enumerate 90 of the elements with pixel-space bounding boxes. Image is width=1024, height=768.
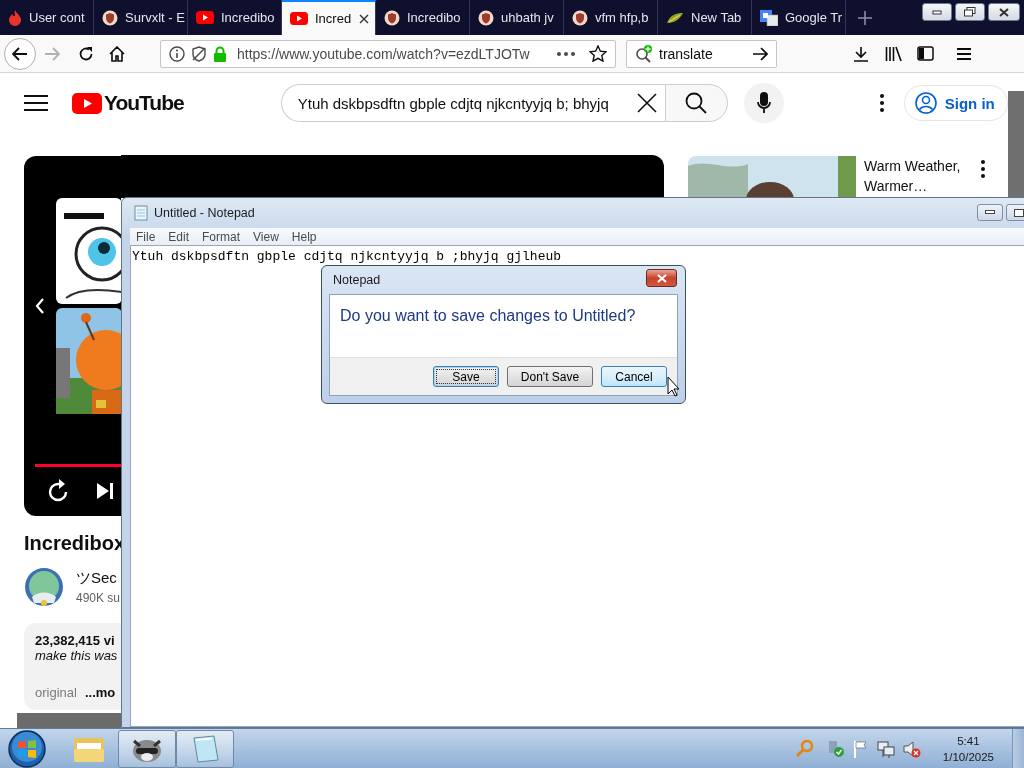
description-text: make this was [35, 648, 119, 663]
lock-icon [213, 45, 227, 62]
notepad-icon [134, 205, 148, 221]
address-bar[interactable]: https://www.youtube.com/watch?v=ezdLTJOTw [160, 39, 616, 68]
menu-item[interactable]: Help [291, 229, 317, 244]
leaf-icon [666, 10, 684, 25]
user-icon [914, 92, 937, 114]
library-icon[interactable] [885, 45, 902, 62]
close-button[interactable] [646, 269, 677, 287]
muted-speaker-icon[interactable] [902, 739, 921, 758]
play-icon [72, 92, 102, 114]
home-icon[interactable] [109, 45, 125, 62]
close-button[interactable] [988, 3, 1020, 21]
close-icon[interactable] [636, 93, 657, 113]
reload-icon[interactable] [78, 45, 94, 62]
dialog-button[interactable]: Save [433, 366, 499, 387]
menu-item[interactable]: Edit [168, 229, 190, 244]
view-count: 23,382,415 vi [35, 633, 116, 648]
channel-name[interactable]: ツSec [76, 569, 121, 588]
dialog-button[interactable]: Don't Save [507, 366, 593, 387]
clock-time[interactable]: 5:41 [957, 732, 980, 749]
back-button[interactable] [4, 37, 36, 70]
kebab-icon[interactable] [879, 94, 884, 112]
kebab-icon[interactable] [981, 160, 985, 178]
notepad-icon [190, 733, 220, 764]
description-box[interactable]: 23,382,415 vi make this was original ...mo [24, 623, 121, 710]
video-title: Incredibox [24, 532, 121, 555]
dialog-button[interactable]: Cancel [601, 366, 667, 387]
star-icon[interactable] [589, 45, 607, 62]
channel-avatar[interactable] [24, 567, 64, 607]
scrollbar[interactable] [17, 713, 121, 728]
close-icon [999, 7, 1009, 17]
minimize-icon [985, 210, 995, 215]
minimize-icon [932, 9, 942, 15]
shield-icon [572, 9, 588, 26]
tag-text: original [35, 685, 77, 700]
play-icon [290, 12, 308, 25]
restore-button[interactable] [955, 3, 985, 21]
menu-item[interactable]: Format [202, 229, 241, 244]
translate-icon [760, 9, 778, 26]
menu-icon[interactable] [24, 94, 48, 112]
window-title: Untitled - Notepad [154, 206, 255, 220]
flame-icon [8, 9, 22, 26]
menu-item[interactable]: File [136, 229, 156, 244]
security-icon[interactable] [826, 739, 845, 758]
search-field[interactable]: translate [626, 39, 777, 68]
menu-icon[interactable] [956, 46, 972, 61]
cursor-icon [667, 376, 680, 397]
browser-tab[interactable]: Incred [282, 0, 376, 35]
shield-icon [102, 9, 118, 26]
search-icon [635, 44, 653, 63]
more-icon[interactable] [557, 51, 575, 56]
url-text: https://www.youtube.com/watch?v=ezdLTJOTw [237, 45, 530, 62]
sidebar-icon[interactable] [917, 46, 934, 61]
start-button[interactable] [7, 728, 47, 768]
dialog-title: Notepad [333, 273, 381, 287]
search-button[interactable] [664, 84, 728, 122]
clock-date[interactable]: 1/10/2025 [942, 748, 994, 765]
search-icon [685, 92, 708, 114]
maximize-icon [1014, 208, 1024, 217]
chevron-left-icon[interactable] [35, 298, 45, 314]
related-video-title[interactable]: Warm Weather, Warmer… [864, 156, 969, 196]
microphone-icon [756, 92, 771, 114]
dialog-message: Do you want to save changes to Untitled? [330, 295, 677, 357]
shield-slash-icon [191, 45, 207, 62]
skip-next-icon[interactable] [96, 482, 114, 500]
scrollbar[interactable] [1008, 91, 1024, 198]
shield-icon [478, 9, 494, 26]
restore-icon [964, 7, 976, 17]
flag-icon[interactable] [852, 739, 869, 758]
arrow-left-icon [12, 46, 28, 61]
youtube-logo[interactable]: YouTube [72, 91, 184, 115]
menu-item[interactable]: View [253, 229, 279, 244]
close-icon[interactable] [359, 13, 369, 24]
close-icon [656, 273, 667, 283]
info-icon [169, 45, 185, 62]
more-link[interactable]: ...mo [84, 685, 116, 700]
download-icon[interactable] [853, 45, 869, 62]
taskbar-button[interactable] [118, 729, 176, 768]
video-player[interactable] [24, 156, 121, 516]
arrow-right-icon[interactable] [752, 46, 768, 61]
network-icon[interactable] [876, 739, 895, 758]
plus-icon[interactable] [858, 10, 872, 25]
shield-icon [384, 9, 400, 26]
minimize-button[interactable] [922, 3, 952, 21]
mic-button[interactable] [743, 83, 784, 123]
play-icon [196, 11, 214, 24]
replay-icon[interactable] [48, 479, 70, 503]
subscriber-count: 490K su [76, 591, 121, 605]
minimize-button[interactable] [977, 204, 1003, 221]
